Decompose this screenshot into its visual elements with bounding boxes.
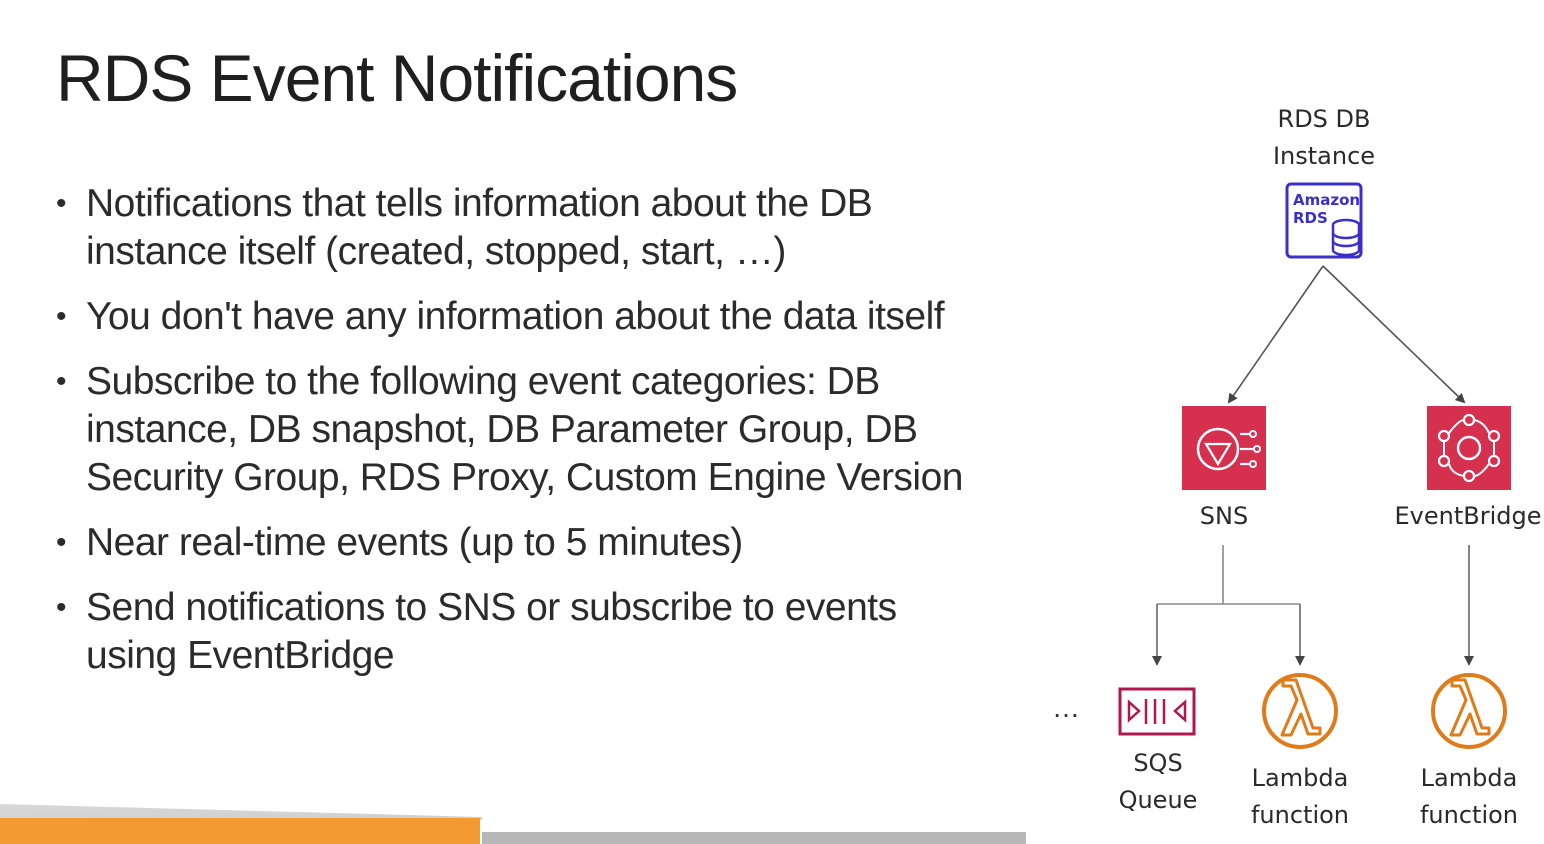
- svg-text:Amazon: Amazon: [1293, 191, 1360, 209]
- sns-label: SNS: [1199, 502, 1249, 530]
- bullet-list: Notifications that tells information abo…: [56, 180, 1026, 697]
- connector-rds-to-sns: [1227, 265, 1324, 404]
- lambda-eventbridge-label: Lambda function: [1420, 760, 1518, 834]
- sqs-queue-icon: [1118, 687, 1196, 736]
- lambda-label-line2: function: [1250, 801, 1350, 829]
- bullet-line: Send notifications to SNS or subscribe t…: [86, 586, 897, 629]
- bullet-item: Notifications that tells information abo…: [56, 180, 1026, 276]
- rds-label-line2: Instance: [1272, 142, 1376, 170]
- bullet-line: Subscribe to the following event categor…: [86, 360, 880, 403]
- bullet-item: Subscribe to the following event categor…: [56, 358, 1026, 502]
- bullet-line: You don't have any information about the…: [86, 295, 945, 338]
- rds-label: RDS DB Instance: [1273, 101, 1375, 175]
- lambda-icon: [1262, 673, 1338, 749]
- bullet-item: Near real-time events (up to 5 minutes): [56, 519, 1026, 567]
- sqs-label-line2: Queue: [1118, 786, 1198, 814]
- bullet-line: Security Group, RDS Proxy, Custom Engine…: [86, 456, 963, 499]
- sns-icon: [1182, 406, 1266, 490]
- bullet-item: Send notifications to SNS or subscribe t…: [56, 584, 1026, 680]
- lambda-sns-label: Lambda function: [1251, 760, 1349, 834]
- lambda-label-line1: Lambda: [1251, 764, 1349, 792]
- footer-stripe-orange: [0, 818, 480, 844]
- rds-label-line1: RDS DB: [1277, 105, 1371, 133]
- bullet-line: using EventBridge: [86, 634, 395, 677]
- slide-title: RDS Event Notifications: [56, 41, 738, 115]
- bullet-line: Near real-time events (up to 5 minutes): [86, 521, 743, 564]
- connector-rds-to-eventbridge: [1322, 265, 1466, 404]
- bullet-item: You don't have any information about the…: [56, 293, 1026, 341]
- bullet-line: Notifications that tells information abo…: [86, 182, 873, 225]
- eventbridge-label: EventBridge: [1394, 502, 1542, 530]
- bullet-line: instance itself (created, stopped, start…: [86, 230, 786, 273]
- lambda-icon: [1431, 673, 1507, 749]
- lambda-label-line2: function: [1419, 801, 1519, 829]
- eventbridge-icon: [1427, 406, 1511, 490]
- footer-stripe-light: [0, 804, 482, 820]
- bullet-line: instance, DB snapshot, DB Parameter Grou…: [86, 408, 918, 451]
- more-targets-ellipsis: …: [1052, 692, 1081, 723]
- sqs-label: SQS Queue: [1119, 745, 1198, 819]
- svg-text:RDS: RDS: [1293, 209, 1328, 227]
- lambda-label-line1: Lambda: [1420, 764, 1518, 792]
- footer-stripe-gray: [482, 832, 1026, 844]
- amazon-rds-icon: Amazon RDS: [1285, 182, 1363, 259]
- sqs-label-line1: SQS: [1133, 749, 1183, 777]
